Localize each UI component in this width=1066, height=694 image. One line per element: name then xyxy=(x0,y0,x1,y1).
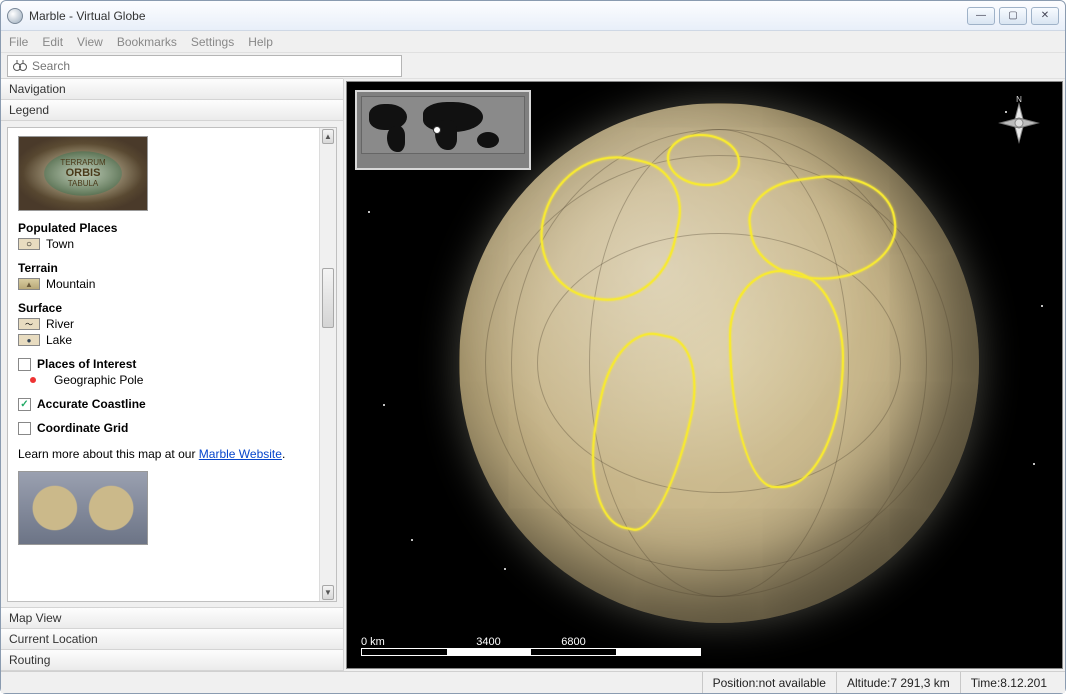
cartouche-line3: TABULA xyxy=(60,180,105,189)
scroll-up-button[interactable]: ▲ xyxy=(322,129,334,144)
compass-rose-icon[interactable]: N xyxy=(990,94,1048,152)
legend-label-river: River xyxy=(46,317,74,331)
globe-viewport[interactable]: N 0 km 3400 6800 xyxy=(346,81,1063,669)
menu-file[interactable]: File xyxy=(9,35,28,49)
town-symbol-icon xyxy=(18,238,40,250)
app-window: Marble - Virtual Globe — ▢ ✕ File Edit V… xyxy=(0,0,1066,694)
tab-navigation[interactable]: Navigation xyxy=(1,78,343,100)
scale-tick-0: 0 km xyxy=(361,636,446,648)
learn-suffix: . xyxy=(282,447,285,461)
learn-prefix: Learn more about this map at our xyxy=(18,447,199,461)
checkbox-accurate-coastline[interactable] xyxy=(18,398,31,411)
map-preview-thumbnail xyxy=(18,471,148,545)
legend-label-mountain: Mountain xyxy=(46,277,95,291)
tab-legend[interactable]: Legend xyxy=(1,99,343,121)
scale-bar: 0 km 3400 6800 xyxy=(361,636,701,656)
legend-content: TERRARUM ORBIS TABULA Populated Places T… xyxy=(8,128,319,601)
status-position: Position: not available xyxy=(702,672,836,693)
menu-settings[interactable]: Settings xyxy=(191,35,234,49)
menu-bookmarks[interactable]: Bookmarks xyxy=(117,35,177,49)
legend-section-surface: Surface xyxy=(18,301,309,315)
map-cartouche-thumbnail: TERRARUM ORBIS TABULA xyxy=(18,136,148,211)
search-field-wrap[interactable] xyxy=(7,55,402,77)
search-toolbar xyxy=(1,53,1065,79)
river-symbol-icon xyxy=(18,318,40,330)
sidebar: Navigation Legend TERRARUM ORBIS TABULA … xyxy=(1,79,344,671)
menu-help[interactable]: Help xyxy=(248,35,273,49)
minimap-position-marker xyxy=(433,126,441,134)
checkbox-coordinate-grid[interactable] xyxy=(18,422,31,435)
binoculars-icon xyxy=(12,58,28,74)
tab-map-view[interactable]: Map View xyxy=(1,607,343,629)
legend-label-lake: Lake xyxy=(46,333,72,347)
menubar: File Edit View Bookmarks Settings Help xyxy=(1,31,1065,53)
legend-scrollbar[interactable]: ▲ ▼ xyxy=(319,128,336,601)
menu-edit[interactable]: Edit xyxy=(42,35,63,49)
mountain-symbol-icon xyxy=(18,278,40,290)
window-title: Marble - Virtual Globe xyxy=(29,9,146,23)
scroll-thumb[interactable] xyxy=(322,268,334,328)
legend-section-terrain: Terrain xyxy=(18,261,309,275)
app-icon xyxy=(7,8,23,24)
tab-routing[interactable]: Routing xyxy=(1,649,343,671)
tab-current-location[interactable]: Current Location xyxy=(1,628,343,650)
checkbox-label-coastline: Accurate Coastline xyxy=(37,397,146,411)
checkbox-label-poi: Places of Interest xyxy=(37,357,136,371)
cartouche-line1: TERRARUM xyxy=(60,159,105,168)
minimize-button[interactable]: — xyxy=(967,7,995,25)
legend-label-geopole: Geographic Pole xyxy=(54,373,143,387)
scale-tick-1: 3400 xyxy=(446,636,531,648)
marble-website-link[interactable]: Marble Website xyxy=(199,447,282,461)
legend-section-populated: Populated Places xyxy=(18,221,309,235)
overview-minimap[interactable] xyxy=(355,90,531,170)
statusbar: Position: not available Altitude: 7 291,… xyxy=(1,671,1065,693)
checkbox-label-grid: Coordinate Grid xyxy=(37,421,128,435)
legend-panel: TERRARUM ORBIS TABULA Populated Places T… xyxy=(7,127,337,602)
status-time: Time: 8.12.201 xyxy=(960,672,1057,693)
close-button[interactable]: ✕ xyxy=(1031,7,1059,25)
titlebar[interactable]: Marble - Virtual Globe — ▢ ✕ xyxy=(1,1,1065,31)
geographic-pole-symbol-icon xyxy=(30,377,36,383)
menu-view[interactable]: View xyxy=(77,35,103,49)
globe[interactable] xyxy=(459,103,979,623)
scroll-down-button[interactable]: ▼ xyxy=(322,585,334,600)
maximize-button[interactable]: ▢ xyxy=(999,7,1027,25)
status-altitude: Altitude: 7 291,3 km xyxy=(836,672,960,693)
lake-symbol-icon xyxy=(18,334,40,346)
legend-label-town: Town xyxy=(46,237,74,251)
checkbox-places-of-interest[interactable] xyxy=(18,358,31,371)
scale-tick-2: 6800 xyxy=(531,636,616,648)
legend-learn-more: Learn more about this map at our Marble … xyxy=(18,447,309,461)
cartouche-line2: ORBIS xyxy=(60,167,105,179)
search-input[interactable] xyxy=(32,59,397,73)
